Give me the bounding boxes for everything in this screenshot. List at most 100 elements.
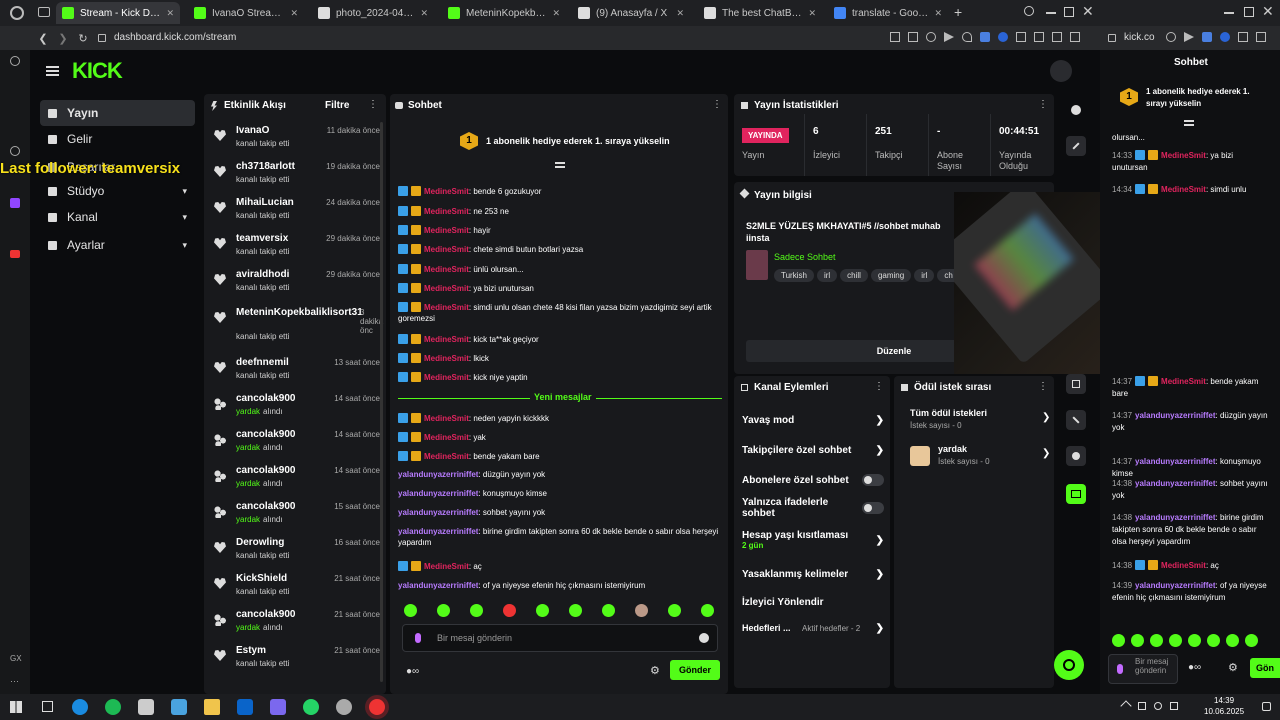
- popout-settings-icon[interactable]: ⚙: [1228, 661, 1238, 674]
- stream-tag[interactable]: irl: [816, 269, 838, 282]
- chat-username[interactable]: yalandunyazerriniffet: [398, 489, 478, 498]
- event-item[interactable]: cancolak900 yardak alındı 14 saat önce: [212, 464, 380, 498]
- chat-settings-icon[interactable]: ⚙: [650, 664, 660, 677]
- browser-tab[interactable]: translate - Google'da Ara ✕: [828, 2, 948, 24]
- chat-username[interactable]: yalandunyazerriniffet: [1135, 411, 1215, 420]
- popout-chat-message[interactable]: 14:37 yalandunyazerriniffet: konuşmuyo ki…: [1112, 456, 1268, 480]
- popout-chat-message[interactable]: 14:38 MedineSmit: aç: [1112, 560, 1268, 572]
- chat-message[interactable]: yalandunyazerriniffet: birine girdim tak…: [398, 526, 724, 548]
- close-window-button[interactable]: ✕: [1082, 3, 1094, 20]
- popout-emote-bar[interactable]: [1112, 634, 1258, 647]
- mic-icon[interactable]: [415, 633, 421, 643]
- rewards-menu-icon[interactable]: ⋮: [1038, 381, 1048, 392]
- events-filter-button[interactable]: Filtre: [325, 100, 349, 111]
- chat-message[interactable]: MedineSmit: ya bizi unutursan: [398, 283, 724, 294]
- tab-close-icon[interactable]: ✕: [420, 8, 428, 19]
- chat-message[interactable]: MedineSmit: aç: [398, 561, 724, 572]
- start-icon[interactable]: [10, 701, 22, 713]
- event-item[interactable]: cancolak900 yardak alındı 14 saat önce: [212, 428, 380, 462]
- chat-username[interactable]: MedineSmit: [424, 373, 469, 382]
- browser-tab[interactable]: IvanaO Stream - Watch L ✕: [188, 2, 304, 24]
- popout-send-button[interactable]: Gön: [1250, 658, 1280, 678]
- channel-action-row[interactable]: Hesap yaşı kısıtlaması 2 gün ❯: [742, 528, 884, 552]
- taskbar-apps[interactable]: [72, 699, 385, 715]
- channel-action-row[interactable]: Yasaklanmış kelimeler ❯: [742, 562, 884, 586]
- event-username[interactable]: MihaiLucian: [236, 197, 294, 208]
- nav-item-5[interactable]: Ayarlar ▾: [40, 232, 195, 258]
- toggle-switch[interactable]: [862, 474, 884, 486]
- event-username[interactable]: teamversix: [236, 233, 288, 244]
- tab-close-icon[interactable]: ✕: [290, 8, 298, 19]
- event-item[interactable]: MeteninKopekbaliklisort31 kanalı takip et…: [212, 306, 383, 341]
- chat-message[interactable]: yalandunyazerriniffet: sohbet yayını yok: [398, 507, 724, 518]
- gx-icon[interactable]: GX: [10, 654, 22, 663]
- stream-tag[interactable]: irl: [914, 269, 935, 282]
- event-username[interactable]: Estym: [236, 645, 266, 656]
- back-icon[interactable]: ❮: [36, 31, 50, 45]
- event-username[interactable]: cancolak900: [236, 465, 296, 476]
- popout-chat-input[interactable]: Bir mesaj gönderin: [1108, 654, 1178, 684]
- event-username[interactable]: Derowling: [236, 537, 284, 548]
- event-item[interactable]: ch3718arlott kanalı takip etti 19 dakika ö…: [212, 160, 380, 194]
- info-icon[interactable]: [1066, 100, 1086, 120]
- chat-username[interactable]: MedineSmit: [1161, 377, 1206, 386]
- sidebar-icon-history[interactable]: [10, 56, 20, 66]
- channel-action-row[interactable]: Yalnızca ifadelerle sohbet: [742, 496, 884, 520]
- chat-username[interactable]: yalandunyazerriniffet: [398, 508, 478, 517]
- clip-tool-icon[interactable]: [1066, 484, 1086, 504]
- popout-chat-message[interactable]: 14:38 yalandunyazerriniffet: birine girdi…: [1112, 512, 1268, 548]
- event-username[interactable]: deefnnemil: [236, 357, 289, 368]
- event-username[interactable]: cancolak900: [236, 429, 296, 440]
- chat-message[interactable]: MedineSmit: chete simdi butun botlari ya…: [398, 244, 724, 255]
- extension-icons[interactable]: [890, 32, 1080, 42]
- chat-points-icon[interactable]: ●∞: [406, 666, 419, 677]
- extension-icons-2[interactable]: [1166, 32, 1266, 42]
- notification-icon[interactable]: [1262, 702, 1271, 711]
- chat-message[interactable]: MedineSmit: neden yapyin kickkkk: [398, 413, 724, 424]
- chat-username[interactable]: MedineSmit: [424, 354, 469, 363]
- event-item[interactable]: Derowling kanalı takip etti 16 saat önce: [212, 536, 380, 570]
- sidebar-more-icon[interactable]: ···: [10, 676, 19, 686]
- event-item[interactable]: IvanaO kanalı takip etti 11 dakika önce: [212, 124, 380, 158]
- event-item[interactable]: cancolak900 yardak alındı 14 saat önce: [212, 392, 380, 426]
- popout-chat-message[interactable]: 14:34 MedineSmit: simdi unlu: [1112, 184, 1268, 196]
- browser-tab[interactable]: Stream - Kick Dashboard ✕: [56, 2, 180, 24]
- all-rewards-row[interactable]: Tüm ödül istekleri İstek sayısı - 0 ❯: [910, 408, 1050, 436]
- event-username[interactable]: cancolak900: [236, 393, 296, 404]
- close-window-button-2[interactable]: ✕: [1262, 3, 1274, 20]
- event-username[interactable]: ch3718arlott: [236, 161, 295, 172]
- nav-item-1[interactable]: Gelir: [40, 126, 195, 152]
- chat-username[interactable]: MedineSmit: [424, 207, 469, 216]
- channel-action-row[interactable]: Abonelere özel sohbet: [742, 468, 884, 492]
- tab-close-icon[interactable]: ✕: [552, 8, 560, 19]
- chat-username[interactable]: MedineSmit: [424, 245, 469, 254]
- popout-chat-message[interactable]: olursan...: [1112, 132, 1268, 144]
- chat-message[interactable]: yalandunyazerriniffet: konuşmuyo kimse: [398, 488, 724, 499]
- mod-tool-icon[interactable]: [1066, 374, 1086, 394]
- browser-tab[interactable]: (9) Anasayfa / X ✕: [572, 2, 690, 24]
- event-username[interactable]: cancolak900: [236, 501, 296, 512]
- chat-message[interactable]: MedineSmit: ne 253 ne: [398, 206, 724, 217]
- maximize-button-2[interactable]: [1244, 7, 1254, 17]
- chat-username[interactable]: yalandunyazerriniffet: [398, 470, 478, 479]
- chat-message[interactable]: yalandunyazerriniffet: of ya niyeyse efe…: [398, 580, 724, 591]
- clock-date[interactable]: 10.06.2025: [1204, 707, 1244, 716]
- chat-username[interactable]: MedineSmit: [424, 284, 469, 293]
- chat-username[interactable]: MedineSmit: [1161, 185, 1206, 194]
- events-menu-icon[interactable]: ⋮: [368, 99, 378, 110]
- forward-icon[interactable]: ❯: [56, 31, 70, 45]
- nav-item-3[interactable]: Stüdyo ▾: [40, 178, 195, 204]
- popout-chat-message[interactable]: 14:38 yalandunyazerriniffet: sohbet yayın…: [1112, 478, 1268, 502]
- chat-username[interactable]: MedineSmit: [424, 226, 469, 235]
- tray-icons[interactable]: [1120, 700, 1178, 712]
- chat-message[interactable]: MedineSmit: yak: [398, 432, 724, 443]
- browser-tab[interactable]: The best ChatBot and W ✕: [698, 2, 822, 24]
- chat-message[interactable]: MedineSmit: bende yakam bare: [398, 451, 724, 462]
- tab-close-icon[interactable]: ✕: [676, 8, 684, 19]
- chat-username[interactable]: yalandunyazerriniffet: [1135, 513, 1215, 522]
- clock-time[interactable]: 14:39: [1214, 696, 1234, 705]
- support-chat-button[interactable]: [1054, 650, 1084, 680]
- minimize-button-2[interactable]: [1224, 12, 1234, 14]
- collapse-pinned-icon[interactable]: [555, 162, 565, 168]
- maximize-button[interactable]: [1064, 7, 1074, 17]
